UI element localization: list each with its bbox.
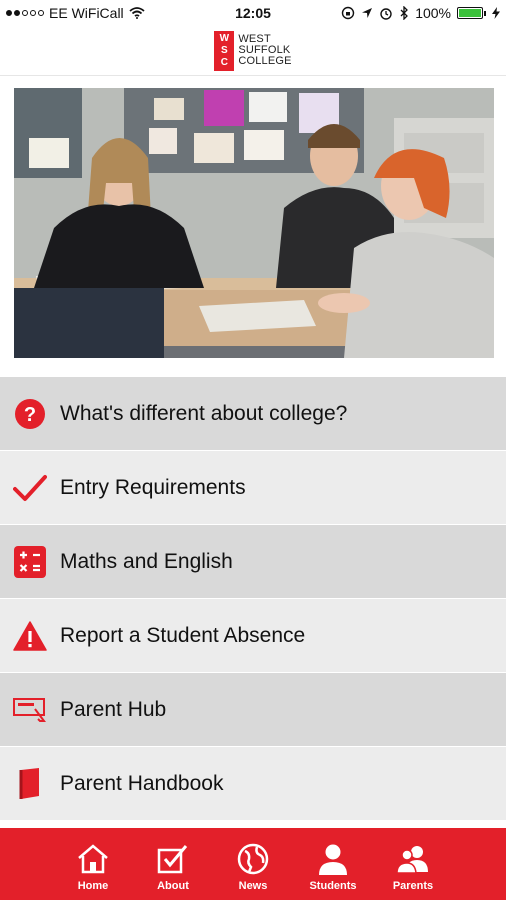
globe-icon [237,842,269,876]
tab-label: About [157,880,189,892]
menu-item-parent-hub[interactable]: Parent Hub [0,673,506,747]
warning-icon [0,620,60,651]
bluetooth-icon [400,6,409,20]
person-icon [318,842,348,876]
logo-letter: W [219,32,230,44]
status-left: EE WiFiCall [6,5,145,21]
menu-item-label: Entry Requirements [60,475,246,499]
menu-item-label: Parent Hub [60,697,167,721]
signal-strength-icon [6,10,44,16]
status-bar: EE WiFiCall 12:05 100% [0,0,506,26]
tab-parents[interactable]: Parents [378,842,448,900]
logo-wordmark: WEST SUFFOLK COLLEGE [238,34,291,67]
presentation-icon [0,697,60,723]
tab-about[interactable]: About [138,842,208,900]
tab-label: News [238,880,268,892]
book-icon [0,767,60,800]
menu-item-label: What's different about college? [60,401,348,425]
lock-rotation-icon [341,6,355,20]
menu-item-whats-different[interactable]: ? What's different about college? [0,377,506,451]
home-icon [76,842,110,876]
menu-item-label: Parent Handbook [60,771,224,795]
app-header: WSC WEST SUFFOLK COLLEGE [0,26,506,76]
logo-line: COLLEGE [238,55,292,67]
hero-photo [14,88,494,358]
college-logo: WSC WEST SUFFOLK COLLEGE [214,30,291,71]
bottom-tab-bar: Home About News Students Parents [0,828,506,900]
people-icon [395,842,431,876]
checkmark-icon [0,473,60,503]
status-right: 100% [341,5,500,21]
logo-letters: WSC [214,33,234,69]
svg-text:?: ? [24,404,36,426]
calculator-icon [0,545,60,578]
logo-letter: C [220,56,228,68]
tab-label: Home [77,880,109,892]
menu-item-maths-english[interactable]: Maths and English [0,525,506,599]
menu-item-report-absence[interactable]: Report a Student Absence [0,599,506,673]
carrier-name: EE WiFiCall [49,5,124,21]
charging-bolt-icon [492,7,500,19]
battery-icon [457,7,486,19]
alarm-icon [380,8,392,20]
tab-label: Students [309,880,357,892]
logo-mark: WSC [214,30,235,71]
menu-item-parent-handbook[interactable]: Parent Handbook [0,747,506,821]
tab-home[interactable]: Home [58,842,128,900]
logo-letter: S [220,44,228,56]
location-arrow-icon [362,8,373,18]
checkbox-icon [157,842,189,876]
question-icon: ? [0,398,60,430]
menu-item-label: Report a Student Absence [60,623,306,647]
tab-students[interactable]: Students [298,842,368,900]
wifi-icon [129,7,145,19]
battery-percent: 100% [415,5,451,21]
main-menu: ? What's different about college? Entry … [0,377,506,821]
menu-item-entry-requirements[interactable]: Entry Requirements [0,451,506,525]
menu-item-label: Maths and English [60,549,233,573]
tab-label: Parents [392,880,434,892]
tab-news[interactable]: News [218,842,288,900]
